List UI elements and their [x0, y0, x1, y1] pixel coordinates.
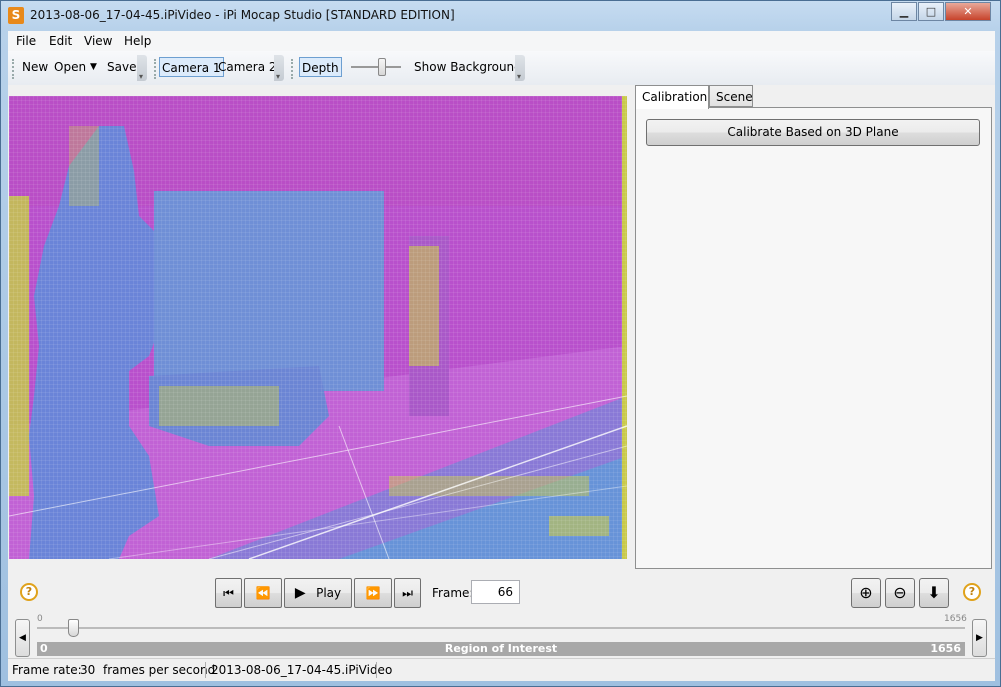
frame-rate-unit: frames per second: [103, 663, 216, 677]
depth-slider-thumb[interactable]: [378, 58, 386, 76]
calibration-panel: Calibrate Based on 3D Plane: [635, 107, 992, 569]
timeline-start-tick: 0: [37, 614, 43, 624]
close-button[interactable]: ✕: [945, 2, 991, 21]
frame-input[interactable]: 66: [471, 580, 520, 604]
frame-rate-value: 30: [80, 663, 96, 677]
toolbar: New Open ▼ Save Camera 1 Camera 2 Depth …: [8, 51, 995, 85]
app-logo-icon: S: [8, 7, 24, 24]
menu-bar: File Edit View Help: [8, 31, 995, 51]
status-separator: [205, 662, 206, 678]
camera-2-button[interactable]: Camera 2: [215, 57, 280, 77]
camera-1-button[interactable]: Camera 1: [159, 57, 224, 77]
play-icon: ▶: [294, 585, 306, 601]
timeline-thumb[interactable]: [68, 619, 79, 637]
timeline-right-arrow[interactable]: ▶: [972, 619, 987, 657]
region-of-interest-bar[interactable]: 0 Region of Interest 1656: [37, 642, 965, 656]
play-label: Play: [316, 586, 342, 600]
depth-view[interactable]: [9, 96, 627, 559]
tab-scene[interactable]: Scene: [709, 85, 753, 107]
last-frame-button[interactable]: ⏭: [394, 578, 421, 608]
timeline-end-tick: 1656: [944, 614, 967, 624]
fast-forward-button[interactable]: ⏩: [354, 578, 392, 608]
rewind-button[interactable]: ⏪: [244, 578, 282, 608]
move-down-button[interactable]: ⬇: [919, 578, 949, 608]
tab-calibration[interactable]: Calibration: [635, 85, 709, 109]
help-icon-right[interactable]: ?: [963, 583, 981, 601]
zoom-out-button[interactable]: ⊖: [885, 578, 915, 608]
right-panel: Calibration Scene Calibrate Based on 3D …: [635, 85, 992, 569]
frame-rate-label: Frame rate:: [12, 663, 82, 677]
open-dropdown-icon[interactable]: ▼: [87, 57, 100, 77]
show-background-button[interactable]: Show Background: [411, 57, 525, 77]
toolbar-overflow-2[interactable]: [274, 55, 284, 81]
toolbar-overflow-3[interactable]: [515, 55, 525, 81]
status-file-name: 2013-08-06_17-04-45.iPiVideo: [211, 663, 393, 677]
calibrate-3d-plane-button[interactable]: Calibrate Based on 3D Plane: [646, 119, 980, 146]
status-separator: [376, 662, 377, 678]
timeline-left-arrow[interactable]: ◀: [15, 619, 30, 657]
help-icon-left[interactable]: ?: [20, 583, 38, 601]
toolbar-grip[interactable]: [291, 59, 295, 79]
roi-label: Region of Interest: [444, 642, 558, 655]
maximize-button[interactable]: □: [918, 2, 944, 21]
client-area: File Edit View Help New Open ▼ Save Came…: [8, 31, 995, 681]
menu-help[interactable]: Help: [124, 34, 151, 48]
new-button[interactable]: New: [19, 57, 51, 77]
toolbar-grip[interactable]: [154, 59, 158, 79]
status-bar: Frame rate: 30 frames per second 2013-08…: [8, 658, 995, 681]
depth-view-grid: [9, 96, 627, 559]
depth-button[interactable]: Depth: [299, 57, 342, 77]
menu-file[interactable]: File: [16, 34, 36, 48]
roi-end: 1656: [930, 642, 961, 655]
window-title: 2013-08-06_17-04-45.iPiVideo - iPi Mocap…: [30, 8, 455, 22]
first-frame-button[interactable]: ⏮: [215, 578, 242, 608]
depth-slider-track[interactable]: [351, 66, 401, 68]
title-bar[interactable]: S 2013-08-06_17-04-45.iPiVideo - iPi Moc…: [1, 1, 1000, 31]
toolbar-overflow-1[interactable]: [137, 55, 147, 81]
zoom-in-button[interactable]: ⊕: [851, 578, 881, 608]
toolbar-grip[interactable]: [12, 59, 16, 79]
timeline-track[interactable]: [37, 627, 965, 629]
app-window: S 2013-08-06_17-04-45.iPiVideo - iPi Moc…: [0, 0, 1001, 687]
minimize-button[interactable]: ▁: [891, 2, 917, 21]
menu-view[interactable]: View: [84, 34, 112, 48]
menu-edit[interactable]: Edit: [49, 34, 72, 48]
save-button[interactable]: Save: [104, 57, 139, 77]
open-button[interactable]: Open: [51, 57, 89, 77]
play-button[interactable]: ▶ Play: [284, 578, 352, 608]
frame-label: Frame:: [432, 586, 474, 600]
